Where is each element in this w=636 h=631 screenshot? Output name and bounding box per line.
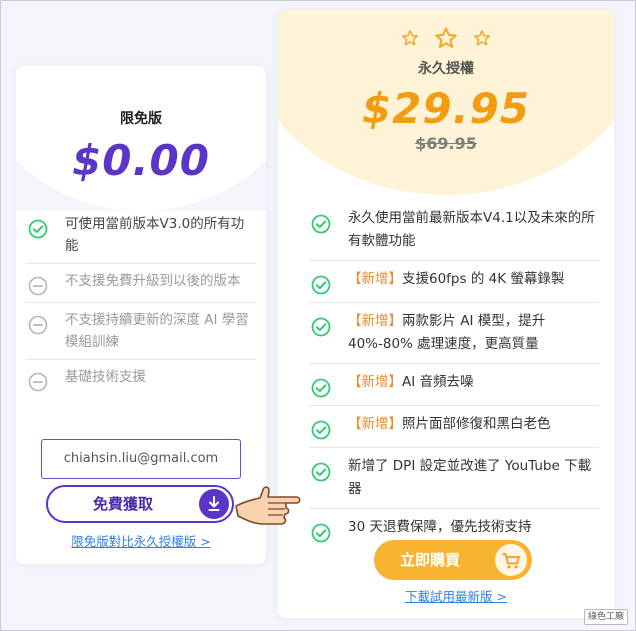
feature-text-body: 新增了 DPI 設定並改進了 YouTube 下載器 [348, 458, 592, 497]
free-get-button[interactable]: 免費獲取 [46, 485, 234, 523]
feature-text: 30 天退費保障，優先技術支持 [348, 516, 531, 539]
feature-text: 可使用當前版本V3.0的所有功能 [65, 216, 245, 254]
check-circle-icon [28, 219, 48, 239]
feature-text-body: 支援60fps 的 4K 螢幕錄製 [402, 271, 565, 287]
download-icon [199, 489, 229, 519]
pro-feature-list: 永久使用當前最新版本V4.1以及未來的所有軟體功能 【新增】支援60fps 的 … [309, 200, 599, 550]
minus-circle-icon [28, 372, 48, 392]
buy-now-button[interactable]: 立即購買 [374, 540, 532, 580]
new-tag: 【新增】 [348, 416, 402, 432]
check-circle-icon [311, 317, 331, 337]
feature-text: 【新增】照片面部修復和黑白老色 [348, 413, 551, 436]
list-item: 永久使用當前最新版本V4.1以及未來的所有軟體功能 [309, 200, 599, 261]
feature-text: 【新增】支援60fps 的 4K 螢幕錄製 [348, 268, 564, 291]
check-circle-icon [311, 214, 331, 234]
list-item: 不支援持續更新的深度 AI 學習模組訓練 [26, 303, 256, 360]
free-get-button-label: 免費獲取 [92, 495, 153, 513]
list-item: 可使用當前版本V3.0的所有功能 [26, 207, 256, 264]
trial-download-link[interactable]: 下載試用最新版 > [278, 586, 614, 605]
cart-icon [495, 544, 527, 576]
list-item: 【新增】支援60fps 的 4K 螢幕錄製 [309, 261, 599, 303]
new-tag: 【新增】 [348, 374, 402, 390]
feature-text: 新增了 DPI 設定並改進了 YouTube 下載器 [348, 455, 599, 501]
check-circle-icon [311, 523, 331, 543]
feature-text-body: 永久使用當前最新版本V4.1以及未來的所有軟體功能 [348, 210, 595, 249]
free-plan-price: $0.00 [72, 136, 210, 185]
email-field[interactable]: chiahsin.liu@gmail.com [41, 439, 241, 479]
star-icon [401, 30, 418, 46]
feature-text: 【新增】AI 音頻去噪 [348, 371, 474, 394]
feature-text-body: AI 音頻去噪 [402, 374, 474, 390]
star-icon [435, 27, 457, 48]
check-circle-icon [311, 275, 331, 295]
list-item: 新增了 DPI 設定並改進了 YouTube 下載器 [309, 448, 599, 509]
compare-link[interactable]: 限免版對比永久授權版 > [16, 531, 266, 550]
feature-text: 【新增】兩款影片 AI 模型，提升 40%-80% 處理速度，更高質量 [348, 310, 599, 356]
feature-text-body: 30 天退費保障，優先技術支持 [348, 519, 532, 535]
pro-plan-card: 永久授權 $29.95 $69.95 永久使用當前最新版本V4.1以及未來的所有… [278, 10, 614, 618]
pointing-hand-icon [235, 486, 301, 525]
check-circle-icon [311, 462, 331, 482]
free-plan-title: 限免版 [120, 111, 162, 127]
feature-text: 基礎技術支援 [65, 369, 146, 385]
minus-circle-icon [28, 276, 48, 296]
list-item: 基礎技術支援 [26, 360, 256, 398]
stars-rating [278, 26, 614, 50]
list-item: 【新增】照片面部修復和黑白老色 [309, 406, 599, 448]
new-tag: 【新增】 [348, 313, 402, 329]
list-item: 【新增】兩款影片 AI 模型，提升 40%-80% 處理速度，更高質量 [309, 303, 599, 364]
check-circle-icon [311, 420, 331, 440]
list-item: 【新增】AI 音頻去噪 [309, 364, 599, 406]
watermark: 綠色工廠 [584, 609, 628, 625]
buy-now-button-label: 立即購買 [399, 551, 460, 569]
free-feature-list: 可使用當前版本V3.0的所有功能 不支援免費升級到以後的版本 不支援持續更新的深… [26, 207, 256, 398]
check-circle-icon [311, 378, 331, 398]
pro-plan-title: 永久授權 [418, 61, 474, 77]
feature-text: 不支援免費升級到以後的版本 [65, 273, 241, 289]
feature-text-body: 照片面部修復和黑白老色 [402, 416, 551, 432]
list-item: 不支援免費升級到以後的版本 [26, 264, 256, 303]
pro-plan-old-price: $69.95 [415, 134, 477, 153]
pro-plan-price: $29.95 [361, 84, 531, 133]
minus-circle-icon [28, 315, 48, 335]
feature-text: 永久使用當前最新版本V4.1以及未來的所有軟體功能 [348, 207, 599, 253]
star-icon [474, 30, 491, 46]
new-tag: 【新增】 [348, 271, 402, 287]
free-plan-card: 限免版 $0.00 可使用當前版本V3.0的所有功能 不支援免費升級到以後的版本… [16, 66, 266, 564]
feature-text: 不支援持續更新的深度 AI 學習模組訓練 [65, 312, 249, 350]
